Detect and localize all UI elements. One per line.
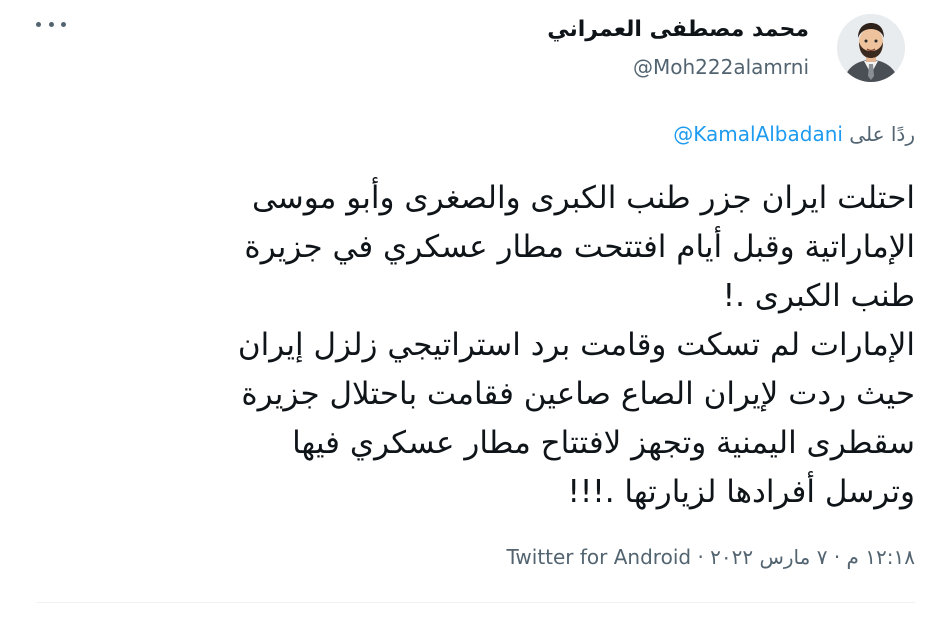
divider <box>36 602 915 603</box>
tweet-source-link[interactable]: Twitter for Android <box>507 545 692 569</box>
reply-mention-link[interactable]: @KamalAlbadani <box>673 122 843 146</box>
tweet-text: احتلت ايران جزر طنب الكبرى والصغرى وأبو … <box>95 174 915 517</box>
more-dot <box>36 21 41 27</box>
reply-context: ردًا على @KamalAlbadani <box>673 120 915 148</box>
tweet-text-line: سقطرى اليمنية وتجهز لافتتاح مطار عسكري ف… <box>292 425 915 461</box>
author-block: محمد مصطفى العمراني @Moh222alamrni <box>547 14 809 82</box>
tweet-meta: ١٢:١٨ م · ٧ مارس ٢٠٢٢ · Twitter for Andr… <box>507 542 916 572</box>
tweet-timestamp[interactable]: ١٢:١٨ م · ٧ مارس ٢٠٢٢ <box>710 545 915 569</box>
tweet-text-line: الإمارات لم تسكت وقامت برد استراتيجي زلز… <box>237 327 915 363</box>
user-avatar-icon <box>837 14 905 82</box>
author-handle[interactable]: @Moh222alamrni <box>547 52 809 82</box>
meta-separator: · <box>697 545 704 569</box>
more-icon[interactable] <box>36 14 66 34</box>
reply-prefix: ردًا على <box>849 122 915 146</box>
more-dot <box>48 21 54 27</box>
tweet-text-line: وترسل أفرادها لزيارتها .!!! <box>567 474 915 510</box>
author-display-name[interactable]: محمد مصطفى العمراني <box>547 14 809 46</box>
tweet-text-line: حيث ردت لإيران الصاع صاعين فقامت باحتلال… <box>241 376 915 412</box>
more-dot <box>61 21 66 27</box>
tweet-text-line: احتلت ايران جزر طنب الكبرى والصغرى وأبو … <box>251 180 915 216</box>
tweet-text-line: طنب الكبرى .! <box>722 278 915 314</box>
tweet-text-line: الإماراتية وقبل أيام افتتحت مطار عسكري ف… <box>244 229 915 265</box>
avatar[interactable] <box>837 14 905 82</box>
tweet-card: محمد مصطفى العمراني @Moh222alamrni ردًا … <box>0 0 937 632</box>
